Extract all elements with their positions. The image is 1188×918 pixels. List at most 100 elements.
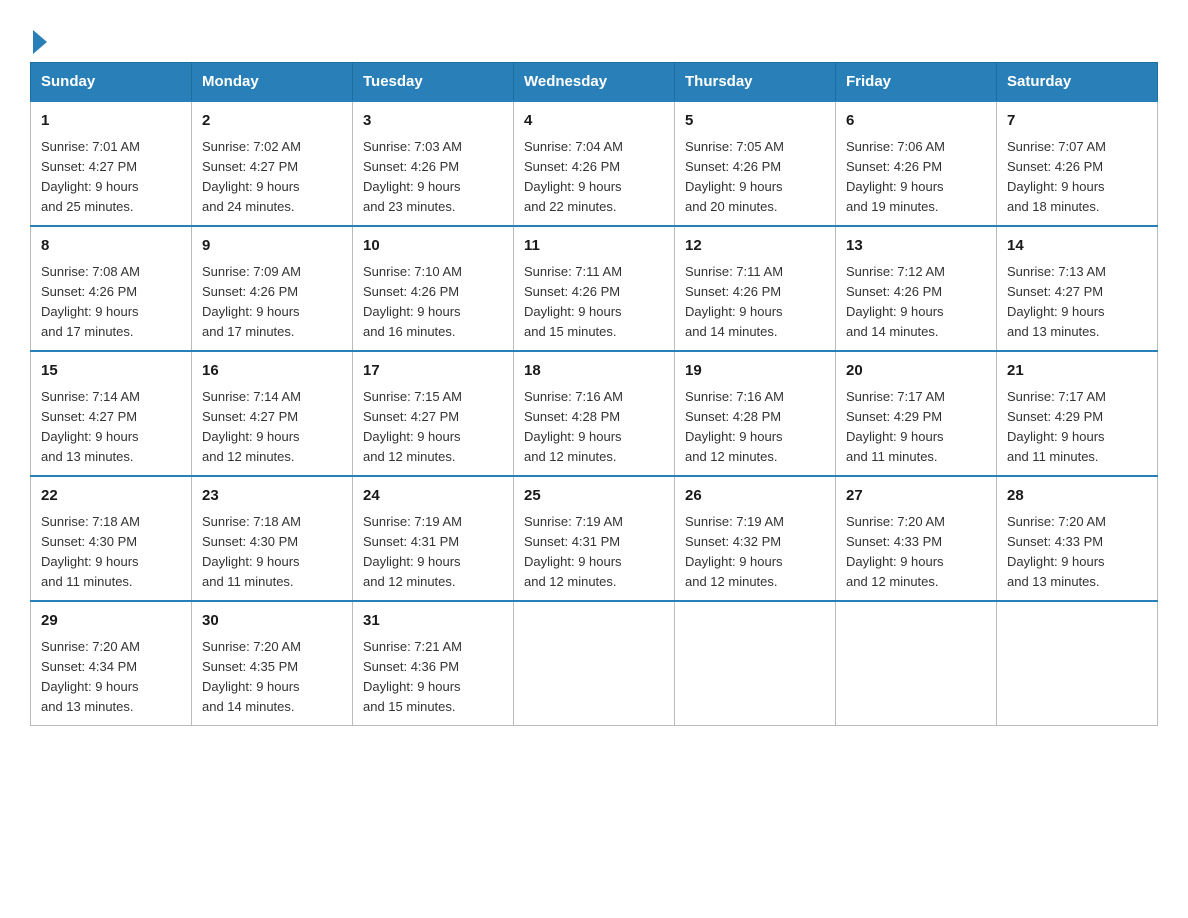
calendar-header-friday: Friday: [836, 63, 997, 102]
calendar-header-sunday: Sunday: [31, 63, 192, 102]
day-info: Sunrise: 7:16 AMSunset: 4:28 PMDaylight:…: [524, 389, 623, 464]
calendar-empty-cell: [514, 601, 675, 726]
day-info: Sunrise: 7:19 AMSunset: 4:32 PMDaylight:…: [685, 514, 784, 589]
day-number: 25: [524, 485, 664, 508]
calendar-day-cell: 3 Sunrise: 7:03 AMSunset: 4:26 PMDayligh…: [353, 101, 514, 226]
calendar-header-wednesday: Wednesday: [514, 63, 675, 102]
day-number: 4: [524, 110, 664, 133]
calendar-week-row: 22 Sunrise: 7:18 AMSunset: 4:30 PMDaylig…: [31, 476, 1158, 601]
calendar-day-cell: 5 Sunrise: 7:05 AMSunset: 4:26 PMDayligh…: [675, 101, 836, 226]
calendar-day-cell: 17 Sunrise: 7:15 AMSunset: 4:27 PMDaylig…: [353, 351, 514, 476]
calendar-day-cell: 10 Sunrise: 7:10 AMSunset: 4:26 PMDaylig…: [353, 226, 514, 351]
day-info: Sunrise: 7:06 AMSunset: 4:26 PMDaylight:…: [846, 139, 945, 214]
day-number: 7: [1007, 110, 1147, 133]
day-number: 1: [41, 110, 181, 133]
day-info: Sunrise: 7:18 AMSunset: 4:30 PMDaylight:…: [202, 514, 301, 589]
day-number: 3: [363, 110, 503, 133]
day-number: 12: [685, 235, 825, 258]
day-info: Sunrise: 7:07 AMSunset: 4:26 PMDaylight:…: [1007, 139, 1106, 214]
day-info: Sunrise: 7:17 AMSunset: 4:29 PMDaylight:…: [846, 389, 945, 464]
calendar-header-row: SundayMondayTuesdayWednesdayThursdayFrid…: [31, 63, 1158, 102]
day-info: Sunrise: 7:17 AMSunset: 4:29 PMDaylight:…: [1007, 389, 1106, 464]
calendar-header-monday: Monday: [192, 63, 353, 102]
calendar-day-cell: 31 Sunrise: 7:21 AMSunset: 4:36 PMDaylig…: [353, 601, 514, 726]
day-info: Sunrise: 7:02 AMSunset: 4:27 PMDaylight:…: [202, 139, 301, 214]
day-number: 29: [41, 610, 181, 633]
calendar-day-cell: 13 Sunrise: 7:12 AMSunset: 4:26 PMDaylig…: [836, 226, 997, 351]
day-number: 16: [202, 360, 342, 383]
day-info: Sunrise: 7:14 AMSunset: 4:27 PMDaylight:…: [202, 389, 301, 464]
page-header: [30, 20, 1158, 52]
day-number: 17: [363, 360, 503, 383]
calendar-empty-cell: [997, 601, 1158, 726]
calendar-header-thursday: Thursday: [675, 63, 836, 102]
day-number: 8: [41, 235, 181, 258]
calendar-week-row: 8 Sunrise: 7:08 AMSunset: 4:26 PMDayligh…: [31, 226, 1158, 351]
calendar-day-cell: 16 Sunrise: 7:14 AMSunset: 4:27 PMDaylig…: [192, 351, 353, 476]
calendar-day-cell: 27 Sunrise: 7:20 AMSunset: 4:33 PMDaylig…: [836, 476, 997, 601]
calendar-day-cell: 1 Sunrise: 7:01 AMSunset: 4:27 PMDayligh…: [31, 101, 192, 226]
day-number: 30: [202, 610, 342, 633]
calendar-week-row: 1 Sunrise: 7:01 AMSunset: 4:27 PMDayligh…: [31, 101, 1158, 226]
calendar-day-cell: 25 Sunrise: 7:19 AMSunset: 4:31 PMDaylig…: [514, 476, 675, 601]
day-info: Sunrise: 7:09 AMSunset: 4:26 PMDaylight:…: [202, 264, 301, 339]
calendar-day-cell: 14 Sunrise: 7:13 AMSunset: 4:27 PMDaylig…: [997, 226, 1158, 351]
calendar-week-row: 29 Sunrise: 7:20 AMSunset: 4:34 PMDaylig…: [31, 601, 1158, 726]
day-number: 20: [846, 360, 986, 383]
calendar-day-cell: 4 Sunrise: 7:04 AMSunset: 4:26 PMDayligh…: [514, 101, 675, 226]
calendar-day-cell: 24 Sunrise: 7:19 AMSunset: 4:31 PMDaylig…: [353, 476, 514, 601]
day-info: Sunrise: 7:04 AMSunset: 4:26 PMDaylight:…: [524, 139, 623, 214]
day-number: 15: [41, 360, 181, 383]
calendar-day-cell: 12 Sunrise: 7:11 AMSunset: 4:26 PMDaylig…: [675, 226, 836, 351]
calendar-header-saturday: Saturday: [997, 63, 1158, 102]
day-info: Sunrise: 7:20 AMSunset: 4:35 PMDaylight:…: [202, 639, 301, 714]
day-number: 23: [202, 485, 342, 508]
day-info: Sunrise: 7:15 AMSunset: 4:27 PMDaylight:…: [363, 389, 462, 464]
day-info: Sunrise: 7:19 AMSunset: 4:31 PMDaylight:…: [524, 514, 623, 589]
day-number: 14: [1007, 235, 1147, 258]
day-number: 9: [202, 235, 342, 258]
calendar-day-cell: 2 Sunrise: 7:02 AMSunset: 4:27 PMDayligh…: [192, 101, 353, 226]
calendar-day-cell: 9 Sunrise: 7:09 AMSunset: 4:26 PMDayligh…: [192, 226, 353, 351]
day-info: Sunrise: 7:10 AMSunset: 4:26 PMDaylight:…: [363, 264, 462, 339]
day-info: Sunrise: 7:19 AMSunset: 4:31 PMDaylight:…: [363, 514, 462, 589]
calendar-day-cell: 26 Sunrise: 7:19 AMSunset: 4:32 PMDaylig…: [675, 476, 836, 601]
day-number: 18: [524, 360, 664, 383]
day-info: Sunrise: 7:03 AMSunset: 4:26 PMDaylight:…: [363, 139, 462, 214]
calendar-day-cell: 30 Sunrise: 7:20 AMSunset: 4:35 PMDaylig…: [192, 601, 353, 726]
day-number: 22: [41, 485, 181, 508]
day-info: Sunrise: 7:16 AMSunset: 4:28 PMDaylight:…: [685, 389, 784, 464]
day-info: Sunrise: 7:11 AMSunset: 4:26 PMDaylight:…: [685, 264, 783, 339]
calendar-day-cell: 20 Sunrise: 7:17 AMSunset: 4:29 PMDaylig…: [836, 351, 997, 476]
day-info: Sunrise: 7:01 AMSunset: 4:27 PMDaylight:…: [41, 139, 140, 214]
calendar-week-row: 15 Sunrise: 7:14 AMSunset: 4:27 PMDaylig…: [31, 351, 1158, 476]
day-number: 27: [846, 485, 986, 508]
logo-arrow-icon: [33, 30, 47, 54]
day-number: 13: [846, 235, 986, 258]
day-info: Sunrise: 7:14 AMSunset: 4:27 PMDaylight:…: [41, 389, 140, 464]
calendar-day-cell: 22 Sunrise: 7:18 AMSunset: 4:30 PMDaylig…: [31, 476, 192, 601]
day-info: Sunrise: 7:13 AMSunset: 4:27 PMDaylight:…: [1007, 264, 1106, 339]
calendar-day-cell: 21 Sunrise: 7:17 AMSunset: 4:29 PMDaylig…: [997, 351, 1158, 476]
day-info: Sunrise: 7:20 AMSunset: 4:33 PMDaylight:…: [1007, 514, 1106, 589]
calendar-empty-cell: [836, 601, 997, 726]
day-number: 31: [363, 610, 503, 633]
calendar-day-cell: 6 Sunrise: 7:06 AMSunset: 4:26 PMDayligh…: [836, 101, 997, 226]
day-info: Sunrise: 7:18 AMSunset: 4:30 PMDaylight:…: [41, 514, 140, 589]
day-number: 24: [363, 485, 503, 508]
day-info: Sunrise: 7:11 AMSunset: 4:26 PMDaylight:…: [524, 264, 622, 339]
day-number: 26: [685, 485, 825, 508]
day-number: 11: [524, 235, 664, 258]
day-info: Sunrise: 7:21 AMSunset: 4:36 PMDaylight:…: [363, 639, 462, 714]
calendar-day-cell: 28 Sunrise: 7:20 AMSunset: 4:33 PMDaylig…: [997, 476, 1158, 601]
logo: [30, 30, 47, 52]
day-info: Sunrise: 7:20 AMSunset: 4:33 PMDaylight:…: [846, 514, 945, 589]
day-number: 19: [685, 360, 825, 383]
day-number: 5: [685, 110, 825, 133]
day-info: Sunrise: 7:20 AMSunset: 4:34 PMDaylight:…: [41, 639, 140, 714]
day-number: 28: [1007, 485, 1147, 508]
day-number: 10: [363, 235, 503, 258]
calendar-empty-cell: [675, 601, 836, 726]
day-info: Sunrise: 7:05 AMSunset: 4:26 PMDaylight:…: [685, 139, 784, 214]
calendar-day-cell: 15 Sunrise: 7:14 AMSunset: 4:27 PMDaylig…: [31, 351, 192, 476]
